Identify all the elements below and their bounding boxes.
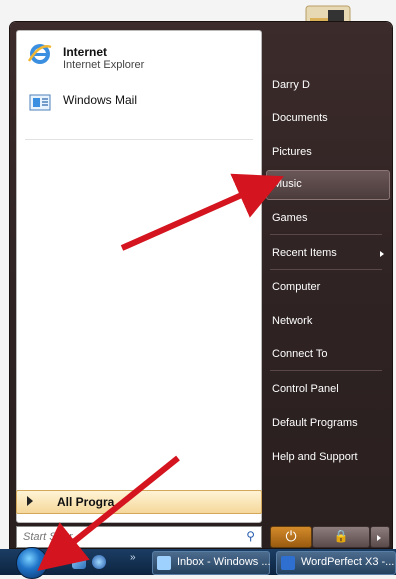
right-item-label: Default Programs — [272, 417, 358, 429]
internet-explorer-icon — [27, 41, 53, 67]
pinned-internet-explorer[interactable]: Internet Internet Explorer — [17, 35, 261, 77]
show-desktop-icon[interactable] — [72, 555, 86, 569]
submenu-arrow-icon — [380, 251, 384, 257]
right-item-pictures[interactable]: Pictures — [266, 139, 388, 167]
power-icon: ⏻ — [285, 528, 297, 544]
start-search-input[interactable] — [21, 528, 235, 546]
right-item-label: Network — [272, 315, 313, 327]
search-icon[interactable]: ⚲ — [246, 529, 255, 543]
right-item-help-and-support[interactable]: Help and Support — [266, 444, 388, 472]
task-label: Inbox - Windows ... — [177, 556, 271, 568]
power-button[interactable]: ⏻ — [270, 526, 312, 548]
right-item-games[interactable]: Games — [266, 205, 388, 233]
right-item-label: Connect To — [272, 348, 328, 360]
taskbar-button-wordperfect[interactable]: WordPerfect X3 -... — [276, 551, 396, 575]
all-programs-label: All Progra — [57, 495, 115, 509]
shutdown-options-button[interactable] — [370, 526, 390, 548]
mail-icon — [157, 556, 171, 570]
right-item-label: Games — [272, 212, 308, 224]
right-item-label: Pictures — [272, 146, 312, 158]
triangle-right-icon — [27, 496, 33, 506]
wordperfect-icon — [281, 556, 295, 570]
right-item-documents[interactable]: Documents — [266, 105, 388, 133]
right-item-control-panel[interactable]: Control Panel — [266, 376, 388, 404]
right-item-computer[interactable]: Computer — [266, 274, 388, 302]
right-separator — [270, 234, 382, 235]
right-item-default-programs[interactable]: Default Programs — [266, 410, 388, 438]
right-item-label: Darry D — [272, 79, 310, 91]
right-item-recent-items[interactable]: Recent Items — [266, 240, 388, 268]
lock-icon: 🔒 — [333, 529, 349, 543]
right-item-network[interactable]: Network — [266, 308, 388, 336]
right-separator — [270, 370, 382, 371]
task-label: WordPerfect X3 -... — [301, 556, 395, 568]
pinned-subtitle: Internet Explorer — [63, 59, 145, 71]
internet-explorer-quicklaunch-icon[interactable] — [92, 555, 106, 569]
pinned-title: Windows Mail — [63, 93, 138, 107]
right-item-label: Music — [273, 178, 302, 190]
taskbar-button-inbox[interactable]: Inbox - Windows ... — [152, 551, 271, 575]
start-search-box[interactable]: ⚲ — [16, 526, 262, 548]
right-item-label: Help and Support — [272, 451, 358, 463]
right-item-connect-to[interactable]: Connect To — [266, 341, 388, 369]
start-orb-button[interactable] — [16, 547, 48, 579]
right-item-label: Control Panel — [272, 383, 339, 395]
left-separator — [25, 139, 253, 140]
right-item-user[interactable]: Darry D — [266, 72, 388, 100]
right-item-label: Computer — [272, 281, 321, 293]
quicklaunch-overflow-icon[interactable]: » — [130, 552, 136, 563]
right-item-label: Recent Items — [272, 247, 337, 259]
lock-button[interactable]: 🔒 — [312, 526, 370, 548]
pinned-title: Internet — [63, 45, 108, 59]
right-item-music[interactable]: Music — [266, 170, 390, 200]
pinned-windows-mail[interactable]: Windows Mail — [17, 83, 261, 125]
right-item-label: Documents — [272, 112, 328, 124]
all-programs-button[interactable]: All Progra — [16, 490, 262, 514]
windows-mail-icon — [27, 89, 53, 115]
start-menu-left-pane: Internet Internet Explorer Windows Mail — [16, 30, 262, 523]
right-separator — [270, 269, 382, 270]
